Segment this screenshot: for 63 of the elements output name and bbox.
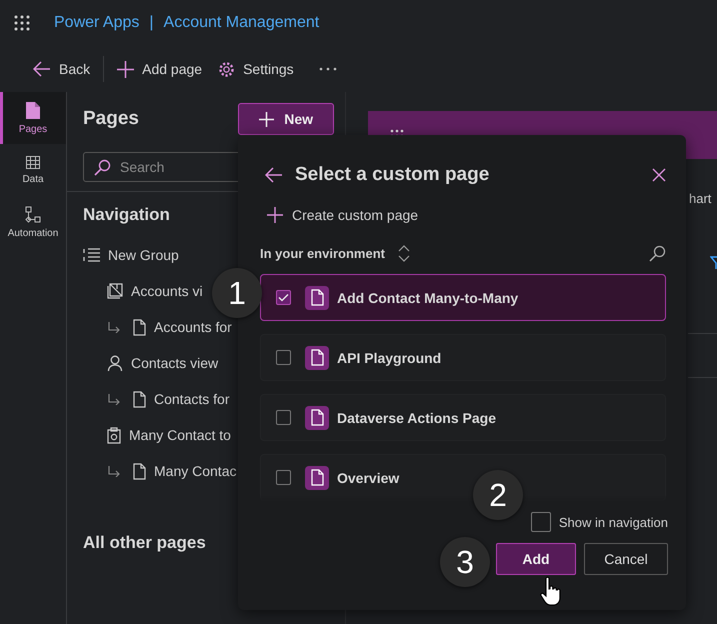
nav-page-item[interactable]: Contacts view bbox=[67, 345, 218, 381]
section-heading: All other pages bbox=[83, 533, 206, 553]
plus-icon bbox=[267, 207, 283, 223]
search-icon bbox=[94, 159, 111, 176]
settings-icon bbox=[218, 60, 236, 78]
checkbox[interactable] bbox=[276, 290, 291, 305]
list-icon bbox=[83, 248, 100, 262]
page-icon bbox=[133, 390, 146, 408]
page-icon bbox=[26, 102, 40, 118]
app-launcher-icon[interactable] bbox=[14, 15, 30, 31]
clipboard-gear-icon bbox=[107, 426, 121, 444]
nav-subpage-item[interactable]: Contacts for bbox=[67, 381, 230, 417]
hand-cursor-icon bbox=[539, 576, 563, 606]
back-arrow-icon bbox=[33, 61, 51, 77]
search-icon[interactable] bbox=[649, 245, 666, 262]
checkbox[interactable] bbox=[530, 512, 551, 532]
table-view-icon bbox=[107, 283, 123, 299]
step-number-badge: 1 bbox=[212, 268, 262, 318]
nav-subpage-item[interactable]: Many Contac bbox=[67, 453, 236, 489]
nav-page-item[interactable]: Accounts vi bbox=[67, 273, 203, 309]
nav-group-item[interactable]: New Group bbox=[67, 237, 179, 273]
flow-icon bbox=[25, 206, 41, 222]
app-product-title: Power Apps bbox=[54, 14, 140, 32]
create-custom-page-link[interactable]: Create custom page bbox=[267, 207, 418, 223]
page-icon bbox=[133, 462, 146, 480]
nav-page-item[interactable]: Many Contact to bbox=[67, 417, 231, 453]
section-heading: Navigation bbox=[83, 205, 170, 225]
person-icon bbox=[107, 355, 123, 371]
panel-title: Pages bbox=[83, 108, 139, 130]
app-name-title: Account Management bbox=[164, 14, 320, 32]
plus-icon bbox=[117, 60, 134, 78]
dialog-title: Select a custom page bbox=[295, 164, 490, 186]
new-button[interactable]: New bbox=[238, 103, 334, 135]
check-icon bbox=[278, 293, 289, 302]
child-arrow-icon bbox=[107, 321, 121, 333]
checkbox-label: Show in navigation bbox=[558, 514, 668, 530]
settings-button[interactable]: Settings bbox=[213, 54, 299, 84]
add-page-button[interactable]: Add page bbox=[112, 54, 208, 84]
rail-tab[interactable]: Data bbox=[0, 144, 66, 196]
environment-sort-button[interactable]: In your environment bbox=[260, 245, 410, 262]
filter-icon bbox=[710, 256, 717, 270]
checkbox[interactable] bbox=[276, 410, 291, 425]
checkbox[interactable] bbox=[276, 350, 291, 365]
checkbox[interactable] bbox=[276, 470, 291, 485]
sort-icon bbox=[398, 245, 410, 262]
close-icon[interactable] bbox=[652, 168, 666, 182]
custom-page-list-item[interactable]: Dataverse Actions Page bbox=[260, 394, 666, 441]
title-separator: | bbox=[149, 14, 154, 32]
child-arrow-icon bbox=[107, 393, 121, 405]
custom-page-list-item[interactable]: Add Contact Many-to-Many bbox=[260, 274, 666, 321]
preview-command-label: hart bbox=[689, 191, 712, 206]
back-button[interactable]: Back bbox=[28, 54, 96, 84]
page-icon bbox=[133, 318, 146, 336]
add-button[interactable]: Add bbox=[496, 543, 576, 575]
back-arrow-icon[interactable] bbox=[265, 167, 283, 183]
cancel-button[interactable]: Cancel bbox=[584, 543, 668, 575]
table-icon bbox=[26, 156, 40, 168]
more-icon[interactable] bbox=[318, 67, 337, 71]
child-arrow-icon bbox=[107, 465, 121, 477]
custom-page-list-item[interactable]: API Playground bbox=[260, 334, 666, 381]
rail-tab[interactable]: Pages bbox=[0, 92, 66, 144]
plus-icon bbox=[259, 112, 274, 126]
rail-tab[interactable]: Automation bbox=[0, 196, 66, 248]
